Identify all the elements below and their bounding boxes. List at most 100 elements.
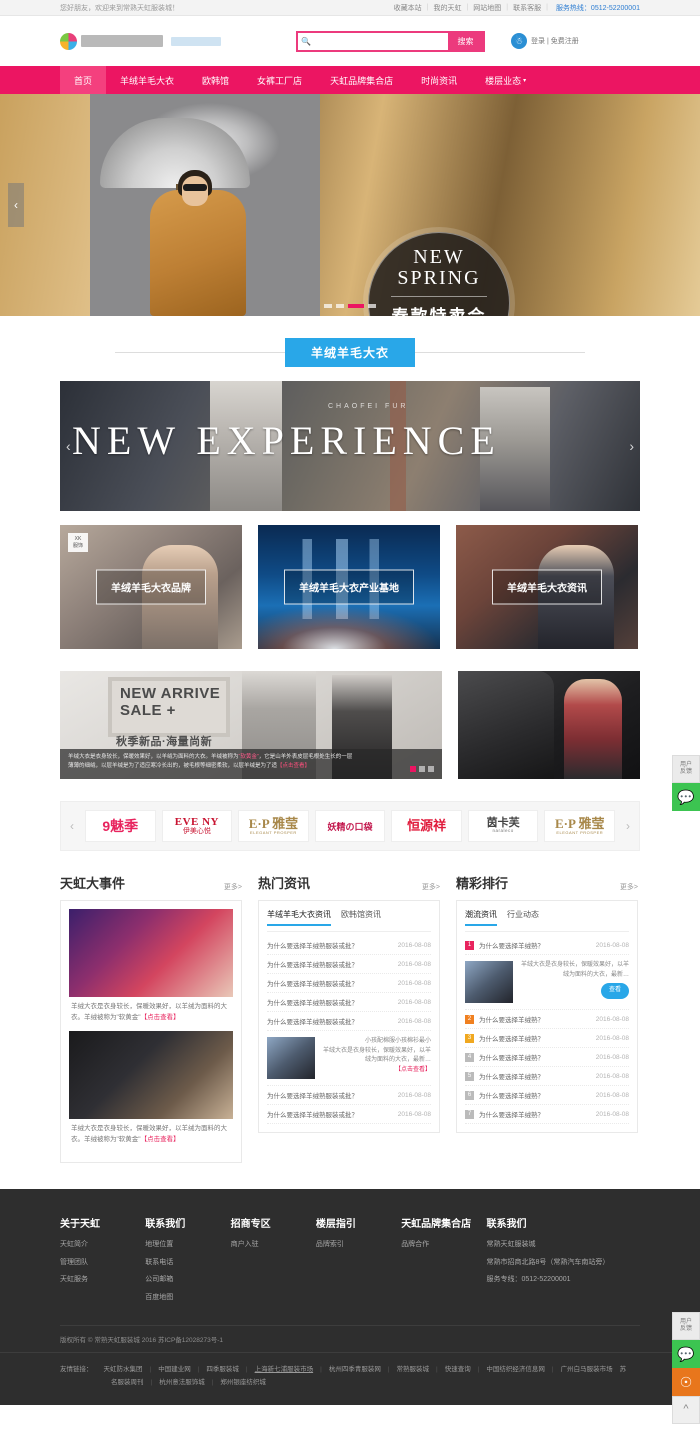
category-card-news[interactable]: 羊绒羊毛大衣资讯 xyxy=(456,525,638,649)
hot-news-more-link[interactable]: 更多> xyxy=(422,882,440,892)
friendly-link[interactable]: 四季服装城 xyxy=(199,1363,246,1376)
news-list-item[interactable]: 为什么要选择羊绒熟服装或批？ 2016-08-08 xyxy=(267,993,431,1012)
ranking-featured-row[interactable]: 1 为什么要选择羊绒熟？ 2016-08-08 xyxy=(465,936,629,955)
footer-link-team[interactable]: 管理团队 xyxy=(60,1258,145,1268)
wechat-icon[interactable]: 💬 xyxy=(672,1340,700,1368)
nav-item-floor-guide[interactable]: 楼层业态 ▾ xyxy=(471,66,540,94)
brand-logo-yinkafu[interactable]: 茵卡芙 naraleco xyxy=(467,810,539,842)
brand-prev-arrow[interactable]: ‹ xyxy=(65,819,79,833)
event-card[interactable]: 羊绒大衣是衣身较长，保暖效果好，以羊绒为面料的大衣。羊绒被称为"软黄金"【点击查… xyxy=(69,909,233,1023)
brand-logo-hengyuanxiang[interactable]: 恒源祥 xyxy=(391,810,462,842)
friendly-link[interactable]: 广州白马服装市场 xyxy=(554,1363,620,1376)
search-button[interactable]: 搜索 xyxy=(448,32,483,50)
hero-dot[interactable] xyxy=(324,304,332,308)
friendly-link[interactable]: 中国纺织经济信息网 xyxy=(479,1363,552,1376)
nav-item-womens-pants-factory[interactable]: 女裤工厂店 xyxy=(243,66,316,94)
footer-link-baidu-map[interactable]: 百度地图 xyxy=(145,1293,230,1303)
nav-item-fashion-news[interactable]: 时尚资讯 xyxy=(407,66,471,94)
events-more-link[interactable]: 更多> xyxy=(224,882,242,892)
friendly-link[interactable]: 杭州意法服饰城 xyxy=(152,1376,212,1389)
ranking-more-link[interactable]: 更多> xyxy=(620,882,638,892)
nav-item-cashmere-coats[interactable]: 羊绒羊毛大衣 xyxy=(106,66,188,94)
top-link-mytianhong[interactable]: 我的天虹 xyxy=(428,3,466,13)
ranking-row[interactable]: 7 为什么要选择羊绒熟？ 2016-08-08 xyxy=(465,1105,629,1124)
news-list-item[interactable]: 为什么要选择羊绒熟服装或批？ 2016-08-08 xyxy=(267,1105,431,1124)
brand-logo-yaojing[interactable]: 妖精の口袋 xyxy=(314,810,386,842)
ranking-featured-detail[interactable]: 羊绒大衣是衣身较长，保暖效果好，以羊绒为面料的大衣，最新… 查看 xyxy=(465,955,629,1010)
news-list-item[interactable]: 为什么要选择羊绒熟服装或批？ 2016-08-08 xyxy=(267,974,431,993)
nav-item-home[interactable]: 首页 xyxy=(60,66,107,94)
ranking-view-button[interactable]: 查看 xyxy=(600,983,629,999)
event-more-link[interactable]: 【点击查看】 xyxy=(141,1014,180,1021)
ranking-row[interactable]: 6 为什么要选择羊绒熟？ 2016-08-08 xyxy=(465,1086,629,1105)
hero-dot[interactable] xyxy=(336,304,344,308)
feedback-button[interactable]: 用户 反馈 xyxy=(672,1312,700,1340)
side-promo-image[interactable] xyxy=(458,671,640,779)
category-card-brand[interactable]: XK 服饰 羊绒羊毛大衣品牌 xyxy=(60,525,242,649)
friendly-link[interactable]: 名服装周刊 xyxy=(104,1376,151,1389)
friendly-link[interactable]: 快速查询 xyxy=(438,1363,478,1376)
nav-item-euro-korea[interactable]: 欧韩馆 xyxy=(188,66,243,94)
footer-link-location[interactable]: 地理位置 xyxy=(145,1240,230,1250)
banner-prev-arrow[interactable]: ‹ xyxy=(66,438,71,454)
friendly-link[interactable]: 中国建业网 xyxy=(151,1363,198,1376)
news-list-item[interactable]: 为什么要选择羊绒熟服装或批？ 2016-08-08 xyxy=(267,1086,431,1105)
wechat-icon[interactable]: 💬 xyxy=(672,783,700,811)
friendly-link[interactable]: 天虹防水集团 xyxy=(97,1363,150,1376)
promo-dot-active[interactable] xyxy=(410,766,416,772)
brand-logo-ep-yaying-2[interactable]: E·P 雅莹 ELEGANT PROSPER xyxy=(544,810,616,842)
news-list-item[interactable]: 为什么要选择羊绒熟服装或批？ 2016-08-08 xyxy=(267,1012,431,1031)
hero-dot[interactable] xyxy=(368,304,376,308)
brand-logo-eveny[interactable]: EVE NY 伊美心悦 xyxy=(161,810,233,842)
brand-logo-ep-yaying[interactable]: E·P 雅莹 ELEGANT PROSPER xyxy=(238,810,309,842)
user-icon[interactable]: ☃ xyxy=(511,33,527,49)
friendly-link[interactable]: 杭州四季青服装网 xyxy=(322,1363,388,1376)
hero-prev-arrow[interactable]: ‹ xyxy=(8,183,24,227)
footer-link-email[interactable]: 公司邮箱 xyxy=(145,1275,230,1285)
footer-link-intro[interactable]: 天虹简介 xyxy=(60,1240,145,1250)
search-input[interactable] xyxy=(298,32,448,50)
promo-dot[interactable] xyxy=(419,766,425,772)
category-card-industry-base[interactable]: 羊绒羊毛大衣产业基地 xyxy=(258,525,440,649)
friendly-link[interactable]: 上海新七浦服装市场 xyxy=(248,1363,321,1376)
ranking-row[interactable]: 4 为什么要选择羊绒熟？ 2016-08-08 xyxy=(465,1048,629,1067)
login-link[interactable]: 登录 xyxy=(531,38,545,45)
tab-industry-news[interactable]: 行业动态 xyxy=(507,909,539,926)
new-arrive-promo[interactable]: NEW ARRIVE SALE + 秋季新品·海量尚新 羊绒大衣是衣身较长，保暖… xyxy=(60,671,442,779)
caption-more-link[interactable]: 【点击查看】 xyxy=(277,763,310,769)
news-list-item[interactable]: 为什么要选择羊绒熟服装或批？ 2016-08-08 xyxy=(267,955,431,974)
friendly-link[interactable]: 常熟服装城 xyxy=(390,1363,437,1376)
experience-banner[interactable]: CHAOFEI FUR NEW EXPERIENCE ‹ › xyxy=(60,381,640,511)
footer-link-brand-index[interactable]: 品牌索引 xyxy=(316,1240,401,1250)
brand-logo-9meiji[interactable]: 9魅季 xyxy=(85,810,156,842)
hero-dot-active[interactable] xyxy=(348,304,364,308)
footer-link-brand-cooperation[interactable]: 品牌合作 xyxy=(401,1240,486,1250)
banner-next-arrow[interactable]: › xyxy=(629,438,634,454)
event-card[interactable]: 羊绒大衣是衣身较长，保暖效果好，以羊绒为面料的大衣。羊绒被称为"软黄金"【点击查… xyxy=(69,1031,233,1145)
weibo-icon[interactable]: ☉ xyxy=(672,1368,700,1396)
featured-more-link[interactable]: 【点击查看】 xyxy=(321,1066,431,1076)
scroll-to-top-button[interactable]: ^ xyxy=(672,1396,700,1424)
ranking-row[interactable]: 5 为什么要选择羊绒熟？ 2016-08-08 xyxy=(465,1067,629,1086)
ranking-row[interactable]: 2 为什么要选择羊绒熟？ 2016-08-08 xyxy=(465,1010,629,1029)
top-link-sitemap[interactable]: 网站地图 xyxy=(468,3,506,13)
site-logo[interactable] xyxy=(60,32,290,50)
friendly-link[interactable]: 郑州银座纺织城 xyxy=(213,1376,273,1389)
register-link[interactable]: 免费注册 xyxy=(551,38,579,45)
ranking-row[interactable]: 3 为什么要选择羊绒熟？ 2016-08-08 xyxy=(465,1029,629,1048)
promo-dot[interactable] xyxy=(428,766,434,772)
tab-trend-news[interactable]: 潮流资讯 xyxy=(465,909,497,926)
top-link-favorite[interactable]: 收藏本站 xyxy=(389,3,427,13)
footer-link-merchant-entry[interactable]: 商户入驻 xyxy=(231,1240,316,1250)
top-link-contact[interactable]: 联系客服 xyxy=(508,3,546,13)
event-more-link[interactable]: 【点击查看】 xyxy=(141,1136,180,1143)
featured-news-item[interactable]: 小孩配棉服小孩棉衫最小 羊绒大衣是衣身较长，保暖效果好，以羊绒为面料的大衣，最新… xyxy=(267,1031,431,1086)
brand-next-arrow[interactable]: › xyxy=(621,819,635,833)
tab-cashmere-news[interactable]: 羊绒羊毛大衣资讯 xyxy=(267,909,331,926)
nav-item-brand-store[interactable]: 天虹品牌集合店 xyxy=(316,66,407,94)
footer-link-phone[interactable]: 联系电话 xyxy=(145,1258,230,1268)
news-list-item[interactable]: 为什么要选择羊绒熟服装或批？ 2016-08-08 xyxy=(267,936,431,955)
tab-euro-korea-news[interactable]: 欧韩馆资讯 xyxy=(341,909,381,926)
footer-link-service[interactable]: 天虹服务 xyxy=(60,1275,145,1285)
feedback-button[interactable]: 用户 反馈 xyxy=(672,755,700,783)
